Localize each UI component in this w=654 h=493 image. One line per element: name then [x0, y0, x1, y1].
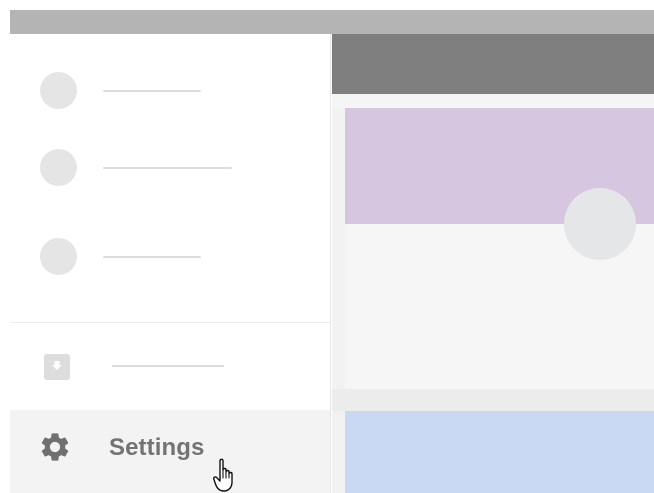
top-strip [10, 10, 654, 34]
nav-item-placeholder-line [103, 90, 201, 92]
main-content [332, 34, 654, 493]
nav-item-avatar [40, 238, 77, 275]
nav-item-3[interactable] [10, 236, 330, 276]
nav-item-1[interactable] [10, 70, 330, 110]
download-placeholder-line [112, 365, 224, 367]
nav-item-2[interactable] [10, 147, 330, 187]
nav-item-avatar [40, 149, 77, 186]
settings-menu-item[interactable]: Settings [10, 410, 330, 493]
profile-avatar[interactable] [564, 188, 636, 260]
blue-card [345, 411, 654, 493]
nav-item-avatar [40, 72, 77, 109]
sidebar-divider [10, 322, 330, 323]
hand-pointer-icon [213, 458, 233, 492]
screen: Settings [0, 0, 654, 493]
gear-icon [41, 433, 69, 461]
nav-item-placeholder-line [103, 256, 201, 258]
header-spacer [332, 94, 654, 108]
download-icon[interactable] [44, 354, 70, 380]
nav-item-placeholder-line [103, 167, 232, 169]
sidebar: Settings [10, 34, 331, 493]
settings-label: Settings [109, 434, 205, 461]
content-gap [332, 389, 654, 411]
main-header [332, 34, 654, 94]
